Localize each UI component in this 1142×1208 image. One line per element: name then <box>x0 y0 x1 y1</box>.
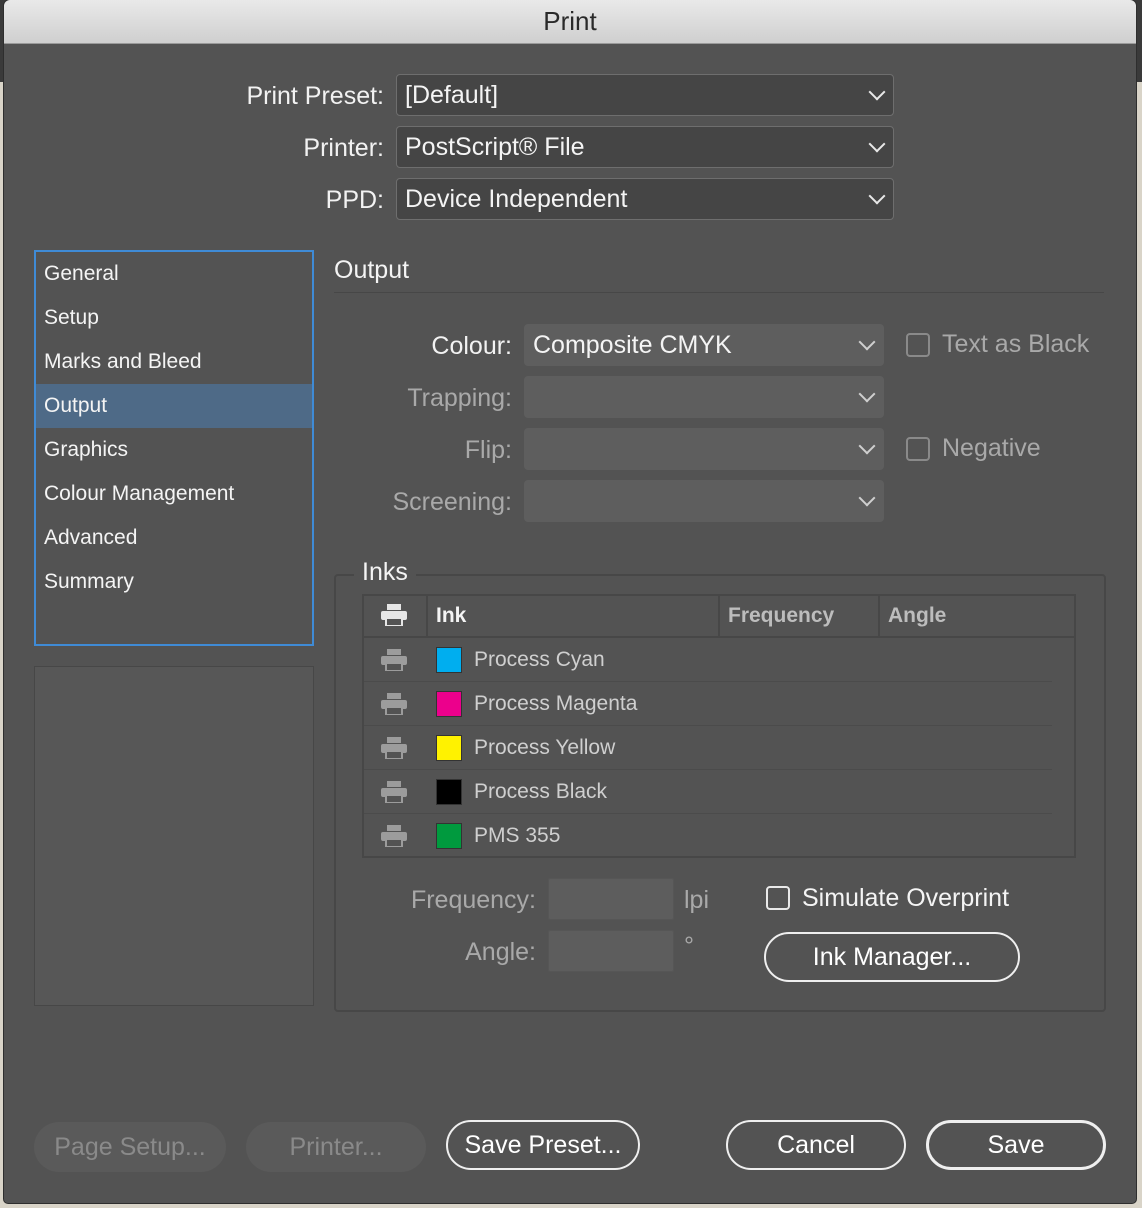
ink-swatch <box>436 647 462 673</box>
sidebar-item-general[interactable]: General <box>36 252 312 296</box>
print-dialog: Print Print Preset: [Default] Printer: P… <box>4 0 1136 1203</box>
sidebar-item-graphics[interactable]: Graphics <box>36 428 312 472</box>
chevron-down-icon <box>858 489 876 507</box>
ink-name: Process Magenta <box>474 692 638 715</box>
trapping-label: Trapping: <box>407 384 512 412</box>
ink-name: PMS 355 <box>474 824 561 847</box>
column-separator <box>878 596 880 638</box>
sidebar-item-summary[interactable]: Summary <box>36 560 312 604</box>
ppd-value: Device Independent <box>405 184 628 213</box>
print-preset-label: Print Preset: <box>246 82 384 110</box>
simulate-overprint-label: Simulate Overprint <box>802 884 1010 912</box>
sidebar-item-colour-management[interactable]: Colour Management <box>36 472 312 516</box>
ppd-select[interactable]: Device Independent <box>396 178 894 220</box>
trapping-select[interactable] <box>524 376 884 418</box>
inks-legend: Inks <box>354 558 416 587</box>
chevron-down-icon <box>868 187 886 205</box>
ink-name: Process Yellow <box>474 736 616 759</box>
flip-label: Flip: <box>464 436 512 464</box>
ink-swatch <box>436 779 462 805</box>
page-setup-button[interactable]: Page Setup... <box>34 1122 226 1172</box>
text-as-black-checkbox[interactable] <box>906 333 930 357</box>
flip-select[interactable] <box>524 428 884 470</box>
sidebar-item-advanced[interactable]: Advanced <box>36 516 312 560</box>
printer-label: Printer: <box>303 134 384 162</box>
sidebar-item-setup[interactable]: Setup <box>36 296 312 340</box>
printer-select[interactable]: PostScript® File <box>396 126 894 168</box>
printer-icon[interactable] <box>380 781 408 803</box>
ink-row[interactable]: Process Cyan <box>364 638 1052 682</box>
colour-value: Composite CMYK <box>533 330 732 359</box>
column-separator <box>718 596 720 638</box>
frequency-column-header[interactable]: Frequency <box>728 596 834 638</box>
section-divider <box>334 292 1104 293</box>
print-preset-select[interactable]: [Default] <box>396 74 894 116</box>
angle-label: Angle: <box>465 938 536 966</box>
printer-icon[interactable] <box>380 825 408 847</box>
section-title: Output <box>334 256 410 284</box>
chevron-down-icon <box>868 135 886 153</box>
title-bar: Print <box>4 0 1136 44</box>
printer-icon[interactable] <box>380 693 408 715</box>
ink-row[interactable]: Process Black <box>364 770 1052 814</box>
frequency-unit: lpi <box>684 886 710 914</box>
angle-unit: ° <box>684 932 694 960</box>
chevron-down-icon <box>858 333 876 351</box>
printer-icon <box>381 604 407 626</box>
ink-name: Process Cyan <box>474 648 605 671</box>
inks-table: Ink Frequency Angle Process Cyan Process… <box>362 594 1076 858</box>
printer-icon[interactable] <box>380 737 408 759</box>
ink-row[interactable]: Process Yellow <box>364 726 1052 770</box>
ink-name: Process Black <box>474 780 608 803</box>
sidebar-item-output[interactable]: Output <box>36 384 312 428</box>
screening-select[interactable] <box>524 480 884 522</box>
save-preset-button[interactable]: Save Preset... <box>446 1120 640 1170</box>
ink-row[interactable]: Process Magenta <box>364 682 1052 726</box>
cancel-button[interactable]: Cancel <box>726 1120 906 1170</box>
angle-column-header[interactable]: Angle <box>888 596 946 638</box>
ink-swatch <box>436 823 462 849</box>
printer-icon[interactable] <box>380 649 408 671</box>
ink-row[interactable]: PMS 355 <box>364 814 1052 858</box>
colour-label: Colour: <box>431 332 512 360</box>
page-preview <box>34 666 314 1006</box>
window-title: Print <box>543 6 597 36</box>
chevron-down-icon <box>868 83 886 101</box>
negative-checkbox[interactable] <box>906 437 930 461</box>
frequency-label: Frequency: <box>410 886 536 914</box>
chevron-down-icon <box>858 385 876 403</box>
category-list: General Setup Marks and Bleed Output Gra… <box>34 250 314 646</box>
text-as-black-label: Text as Black <box>942 330 1090 358</box>
screening-label: Screening: <box>392 488 512 516</box>
printer-value: PostScript® File <box>405 132 585 161</box>
frequency-input[interactable] <box>548 878 674 920</box>
angle-input[interactable] <box>548 930 674 972</box>
ink-column-header[interactable]: Ink <box>436 596 466 638</box>
colour-select[interactable]: Composite CMYK <box>524 324 884 366</box>
ink-swatch <box>436 735 462 761</box>
ppd-label: PPD: <box>325 186 384 214</box>
sidebar-item-marks-and-bleed[interactable]: Marks and Bleed <box>36 340 312 384</box>
ink-swatch <box>436 691 462 717</box>
print-preset-value: [Default] <box>405 80 499 109</box>
ink-manager-button[interactable]: Ink Manager... <box>764 932 1020 982</box>
inks-table-header: Ink Frequency Angle <box>364 596 1074 638</box>
printer-button[interactable]: Printer... <box>246 1122 426 1172</box>
save-button[interactable]: Save <box>926 1120 1106 1170</box>
negative-label: Negative <box>942 434 1041 462</box>
simulate-overprint-checkbox[interactable] <box>766 886 790 910</box>
column-separator <box>426 596 428 638</box>
chevron-down-icon <box>858 437 876 455</box>
